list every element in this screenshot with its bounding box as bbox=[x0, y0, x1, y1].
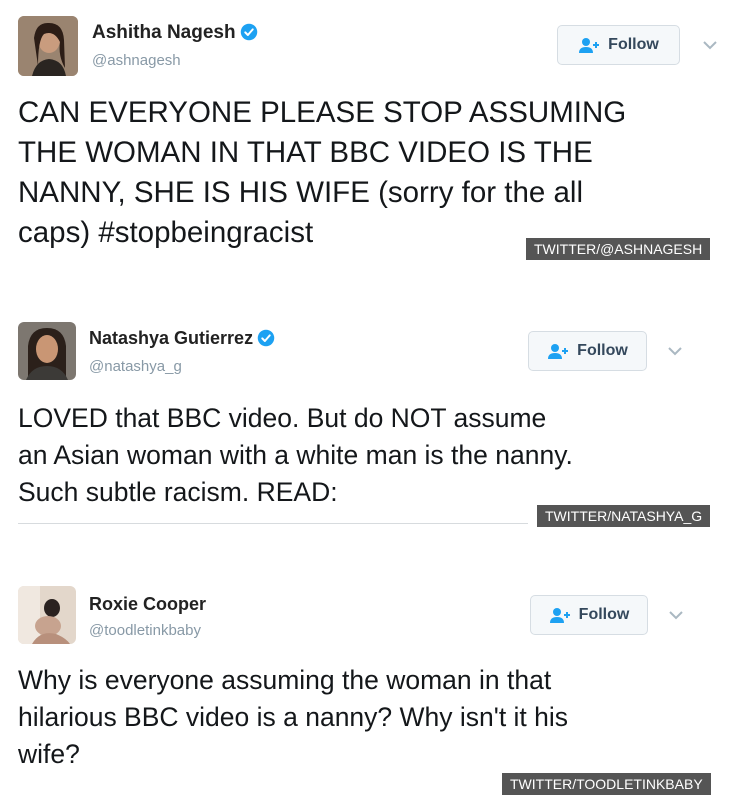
tweet-text: LOVED that BBC video. But do NOT assume … bbox=[18, 403, 573, 507]
user-handle[interactable]: @ashnagesh bbox=[92, 52, 181, 69]
follow-button[interactable]: Follow bbox=[528, 331, 647, 371]
verified-badge-icon bbox=[257, 329, 275, 347]
follow-label: Follow bbox=[608, 36, 659, 53]
image-credit: TWITTER/TOODLETINKBABY bbox=[502, 773, 711, 795]
chevron-down-icon[interactable] bbox=[668, 346, 682, 356]
chevron-down-icon[interactable] bbox=[669, 610, 683, 620]
user-handle[interactable]: @toodletinkbaby bbox=[89, 622, 201, 639]
follow-button[interactable]: Follow bbox=[530, 595, 648, 635]
avatar-photo bbox=[18, 322, 76, 380]
chevron-down-icon[interactable] bbox=[703, 40, 717, 50]
tweet-text: Why is everyone assuming the woman in th… bbox=[18, 665, 569, 769]
follow-label: Follow bbox=[578, 606, 630, 623]
display-name[interactable]: Roxie Cooper bbox=[89, 594, 206, 615]
display-name-text: Natashya Gutierrez bbox=[89, 328, 254, 348]
display-name[interactable]: Natashya Gutierrez bbox=[89, 328, 275, 349]
avatar-photo bbox=[18, 586, 76, 644]
display-name[interactable]: Ashitha Nagesh bbox=[92, 22, 258, 44]
image-credit: TWITTER/NATASHYA_G bbox=[537, 505, 711, 527]
link-card-divider bbox=[18, 523, 528, 524]
add-person-icon bbox=[579, 38, 600, 53]
follow-button[interactable]: Follow bbox=[557, 25, 680, 65]
tweet-text: CAN EVERYONE PLEASE STOP ASSUMING THE WO… bbox=[18, 96, 627, 249]
add-person-icon bbox=[549, 608, 570, 623]
add-person-icon bbox=[548, 344, 569, 359]
avatar[interactable] bbox=[18, 16, 78, 76]
image-credit: TWITTER/@ASHNAGESH bbox=[526, 238, 711, 260]
avatar[interactable] bbox=[18, 586, 76, 644]
verified-badge-icon bbox=[240, 23, 257, 41]
display-name-text: Ashitha Nagesh bbox=[92, 22, 236, 43]
user-handle[interactable]: @natashya_g bbox=[89, 358, 182, 375]
display-name-text: Roxie Cooper bbox=[89, 594, 207, 614]
avatar-photo bbox=[18, 16, 78, 76]
avatar[interactable] bbox=[18, 322, 76, 380]
follow-label: Follow bbox=[577, 342, 628, 359]
